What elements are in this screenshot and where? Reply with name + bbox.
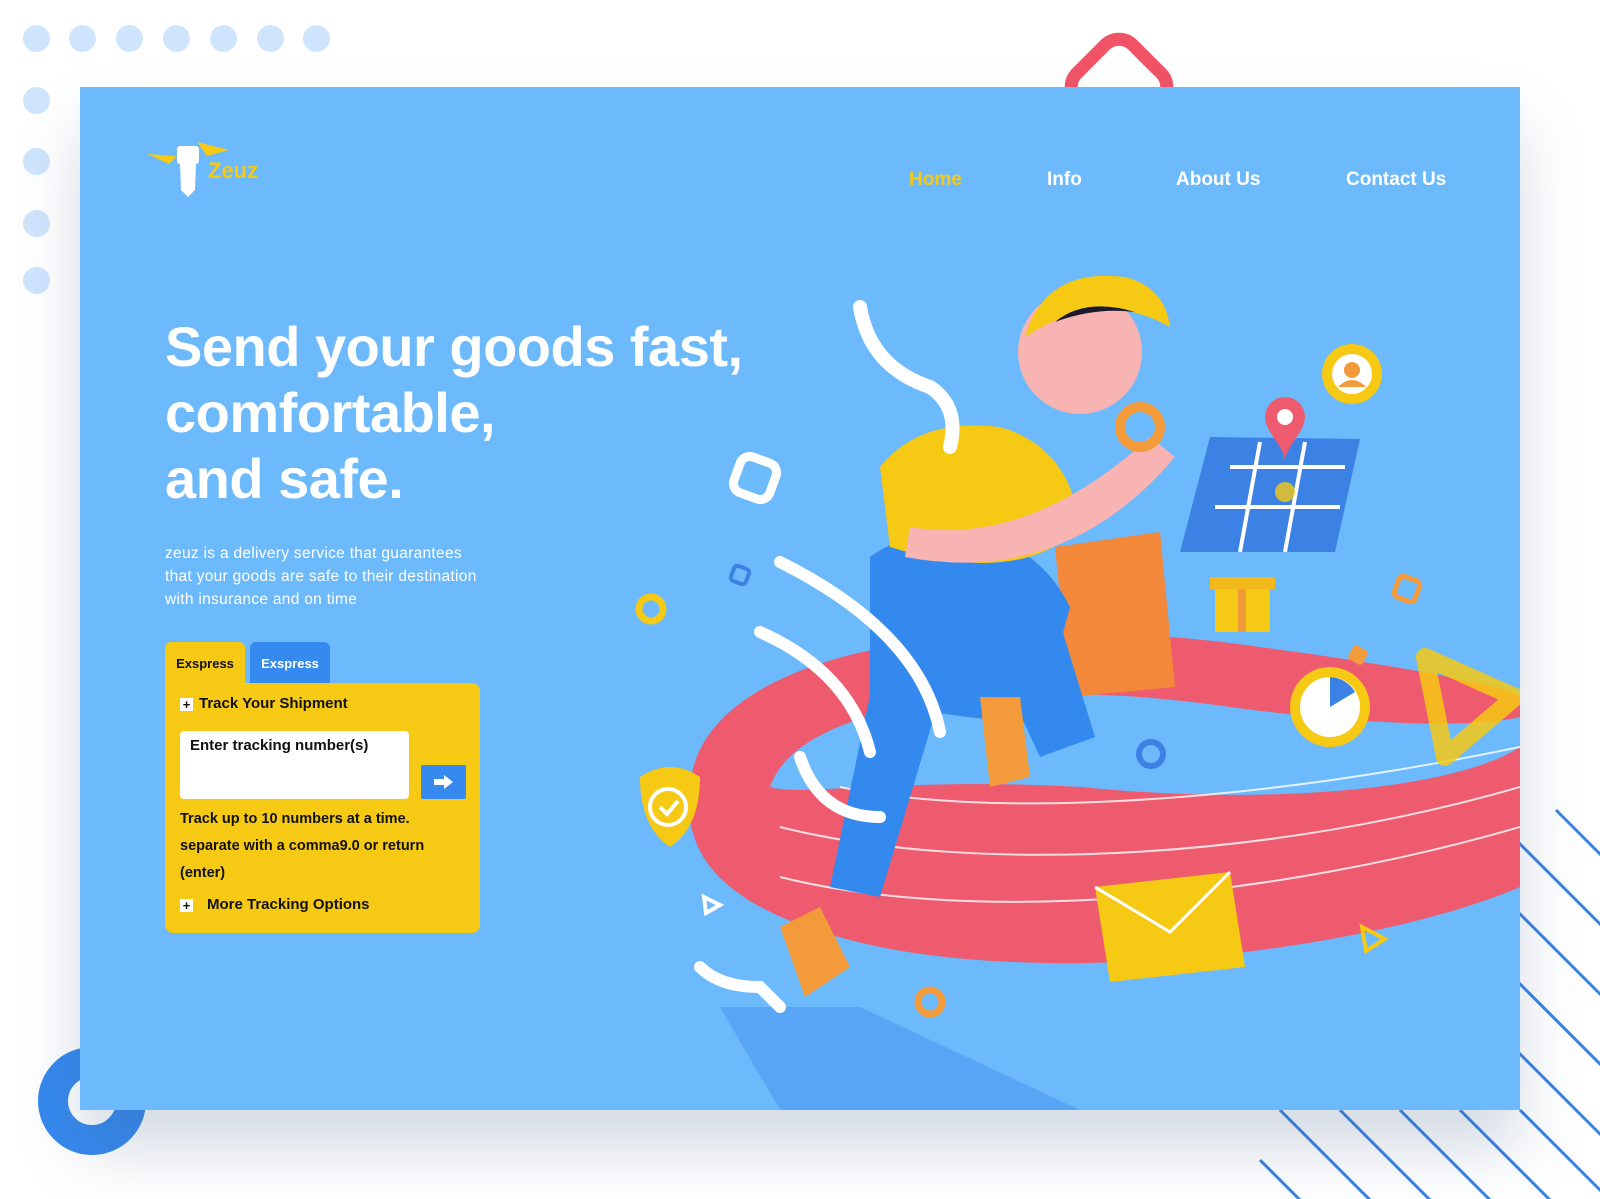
- nav-home[interactable]: Home: [909, 169, 962, 191]
- dot: [163, 25, 190, 52]
- expand-plus-icon[interactable]: +: [180, 899, 193, 912]
- dot: [69, 25, 96, 52]
- nav-contact-us[interactable]: Contact Us: [1346, 169, 1446, 191]
- tracking-panel: + Track Your Shipment Track up to 10 num…: [165, 683, 480, 933]
- page-canvas: Zeuz Home Info About Us Contact Us Send …: [0, 0, 1600, 1199]
- dot: [116, 25, 143, 52]
- expand-plus-icon[interactable]: +: [180, 698, 193, 711]
- headline-line: Send your goods fast,: [165, 315, 743, 378]
- tracking-note-line: (enter): [180, 865, 226, 881]
- more-tracking-options-link[interactable]: More Tracking Options: [207, 896, 370, 913]
- hero-card: Zeuz Home Info About Us Contact Us Send …: [80, 87, 1520, 1110]
- brand-name: Zeuz: [208, 158, 259, 183]
- tracking-note: Track up to 10 numbers at a time. separa…: [180, 806, 470, 887]
- tab-exspress-active[interactable]: Exspress: [165, 642, 245, 684]
- dot: [303, 25, 330, 52]
- hero-headline: Send your goods fast, comfortable, and s…: [165, 314, 765, 512]
- nav-info[interactable]: Info: [1047, 169, 1082, 191]
- headline-line: and safe.: [165, 447, 404, 510]
- tab-exspress[interactable]: Exspress: [250, 642, 330, 684]
- dot: [257, 25, 284, 52]
- tracking-number-input[interactable]: [180, 731, 409, 799]
- track-submit-button[interactable]: [421, 765, 466, 799]
- hero-description: zeuz is a delivery service that guarante…: [165, 542, 525, 611]
- dot: [23, 267, 50, 294]
- dot: [23, 87, 50, 114]
- dot: [23, 148, 50, 175]
- description-line: with insurance and on time: [165, 591, 358, 608]
- tracking-note-line: separate with a comma9.0 or return: [180, 838, 425, 854]
- dot: [210, 25, 237, 52]
- arrow-right-icon: [433, 775, 453, 789]
- description-line: zeuz is a delivery service that guarante…: [165, 545, 462, 562]
- dot: [23, 210, 50, 237]
- tracking-note-line: Track up to 10 numbers at a time.: [180, 811, 410, 827]
- description-line: that your goods are safe to their destin…: [165, 568, 477, 585]
- tracking-title: Track Your Shipment: [199, 695, 348, 712]
- headline-line: comfortable,: [165, 381, 496, 444]
- dot: [23, 25, 50, 52]
- nav-about-us[interactable]: About Us: [1176, 169, 1260, 191]
